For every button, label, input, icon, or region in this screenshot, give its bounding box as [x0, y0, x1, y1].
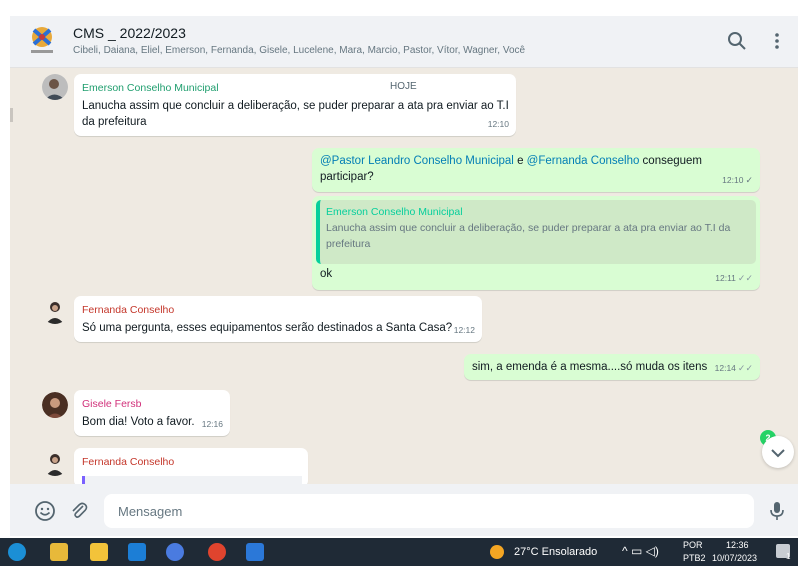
composer: [10, 484, 798, 536]
weather-icon[interactable]: [490, 545, 504, 559]
calendar-icon[interactable]: [90, 543, 108, 561]
sender-name: Emerson Conselho Municipal: [82, 82, 219, 94]
message-text: @Pastor Leandro Conselho Municipal e @Fe…: [320, 153, 752, 185]
chat-header[interactable]: CMS _ 2022/2023 Cibeli, Daiana, Eliel, E…: [10, 16, 798, 68]
group-avatar[interactable]: [27, 24, 57, 56]
app-icon[interactable]: [166, 543, 184, 561]
file-explorer-icon[interactable]: [50, 543, 68, 561]
chrome-icon[interactable]: [208, 543, 226, 561]
message-text-part: e: [513, 155, 527, 167]
message-bubble[interactable]: Emerson Conselho Municipal Lanucha assim…: [74, 74, 516, 136]
message-time: 12:10: [487, 119, 509, 129]
sender-name: Fernanda Conselho: [82, 456, 175, 468]
message-bubble[interactable]: Emerson Conselho Municipal Lanucha assim…: [312, 196, 760, 290]
quoted-message[interactable]: Emerson Conselho Municipal Lanucha assim…: [316, 200, 756, 264]
message-text: ok: [320, 268, 333, 280]
sender-name: Gisele Fersb: [82, 398, 142, 410]
avatar-fernanda[interactable]: [42, 298, 68, 324]
day-label: HOJE: [390, 81, 417, 92]
os-taskbar: 27°C Ensolarado ^ ▭ ◁) POR PTB2 12:36 10…: [0, 538, 798, 566]
keyboard-layout[interactable]: PTB2: [683, 553, 706, 563]
mail-icon[interactable]: [128, 543, 146, 561]
sender-name: Fernanda Conselho: [82, 304, 175, 316]
quoted-message-preview: [82, 476, 302, 484]
attach-icon[interactable]: [68, 500, 90, 522]
edge-icon[interactable]: [8, 543, 26, 561]
message-bubble[interactable]: Fernanda Conselho Só uma pergunta, esses…: [74, 296, 482, 342]
emoji-icon[interactable]: [34, 500, 56, 522]
avatar-emerson[interactable]: [42, 74, 68, 100]
search-icon[interactable]: [726, 30, 748, 52]
read-ticks-icon: ✓✓: [737, 363, 753, 373]
quote-text: Lanucha assim que concluir a deliberação…: [326, 222, 731, 250]
notification-count: 1: [786, 552, 791, 561]
quote-sender: Emerson Conselho Municipal: [326, 206, 463, 218]
message-input[interactable]: [104, 494, 754, 528]
message-bubble[interactable]: sim, a emenda é a mesma....só muda os it…: [464, 354, 760, 380]
message-time: 12:12: [453, 325, 475, 335]
mention-link[interactable]: @Pastor Leandro Conselho Municipal: [320, 155, 514, 167]
mic-icon[interactable]: [766, 500, 788, 522]
message-bubble[interactable]: Gisele Fersb Bom dia! Voto a favor. 12:1…: [74, 390, 230, 436]
mention-link[interactable]: @Fernanda Conselho: [527, 155, 640, 167]
message-text: sim, a emenda é a mesma....só muda os it…: [472, 361, 708, 373]
read-ticks-icon: ✓✓: [737, 273, 753, 283]
avatar-fernanda[interactable]: [42, 450, 68, 476]
tray-icons[interactable]: ^ ▭ ◁): [622, 544, 659, 558]
word-icon[interactable]: [246, 543, 264, 561]
scroll-indicator: [10, 108, 13, 122]
message-text: Lanucha assim que concluir a deliberação…: [82, 100, 509, 128]
message-time: 12:11 ✓✓: [715, 273, 753, 283]
message-bubble[interactable]: @Pastor Leandro Conselho Municipal e @Fe…: [312, 148, 760, 192]
message-time: 12:10 ✓: [722, 175, 753, 185]
message-time: 12:14 ✓✓: [714, 363, 753, 373]
group-title: CMS _ 2022/2023: [73, 25, 186, 41]
input-language[interactable]: POR: [683, 540, 703, 550]
scroll-down-button[interactable]: [762, 436, 794, 468]
chat-area[interactable]: Emerson Conselho Municipal Lanucha assim…: [10, 68, 798, 484]
message-time: 12:16: [201, 419, 223, 429]
chevron-down-icon: [771, 449, 785, 458]
clock-time[interactable]: 12:36: [726, 540, 749, 550]
message-text: Só uma pergunta, esses equipamentos serã…: [82, 322, 453, 334]
group-members: Cibeli, Daiana, Eliel, Emerson, Fernanda…: [73, 45, 526, 56]
clock-date[interactable]: 10/07/2023: [712, 553, 757, 563]
menu-icon[interactable]: [766, 30, 788, 52]
avatar-gisele[interactable]: [42, 392, 68, 418]
message-bubble[interactable]: Fernanda Conselho: [74, 448, 308, 484]
sent-tick-icon: ✓: [745, 175, 753, 185]
weather-text[interactable]: 27°C Ensolarado: [514, 546, 597, 558]
